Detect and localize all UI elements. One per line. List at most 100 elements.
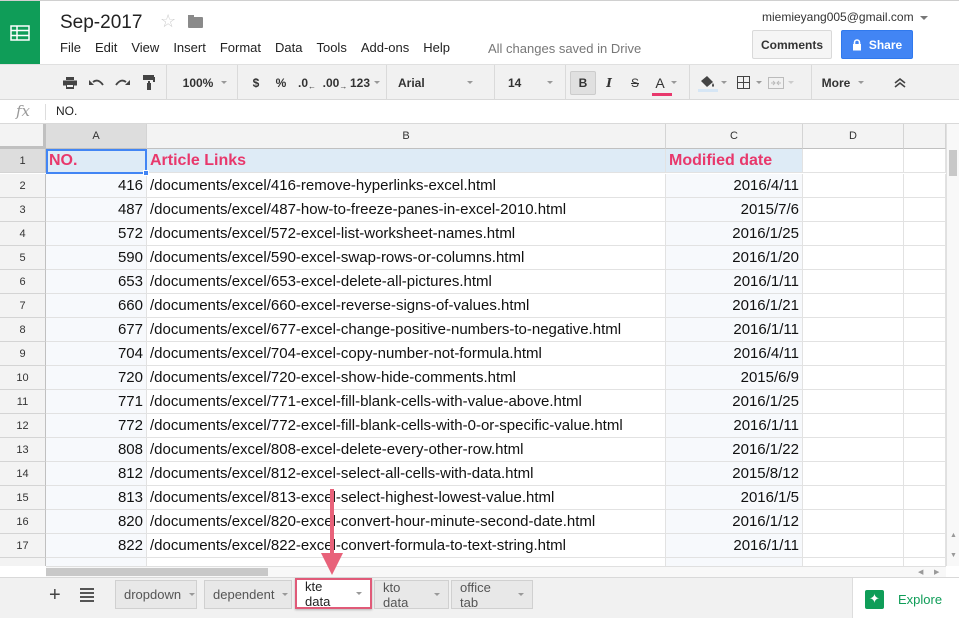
cell-b[interactable]: /documents/excel/660-excel-reverse-signs… (147, 294, 666, 318)
horizontal-scrollbar[interactable]: ◀ ▶ (46, 566, 946, 577)
cell-b[interactable]: /documents/excel/416-remove-hyperlinks-e… (147, 174, 666, 198)
cell-a[interactable]: 808 (46, 438, 147, 462)
cell-d[interactable] (803, 438, 904, 462)
row-header[interactable]: 2 (0, 174, 46, 198)
cell-d[interactable] (803, 462, 904, 486)
number-format-select[interactable]: 123 (348, 65, 382, 100)
font-family-select[interactable]: Arial (398, 65, 490, 100)
cell-b[interactable]: /documents/excel/677-excel-change-positi… (147, 318, 666, 342)
strikethrough-button[interactable]: S (626, 65, 644, 100)
cell-d[interactable] (803, 246, 904, 270)
row-header[interactable]: 1 (0, 149, 46, 173)
row-header[interactable]: 7 (0, 294, 46, 318)
menu-edit[interactable]: Edit (95, 40, 117, 55)
cell-e[interactable] (904, 558, 946, 566)
cell-b[interactable]: /documents/excel/813-excel-select-highes… (147, 486, 666, 510)
cell-a[interactable]: 660 (46, 294, 147, 318)
cell-e1[interactable] (904, 149, 946, 173)
bold-button[interactable]: B (570, 71, 596, 95)
cell-e[interactable] (904, 222, 946, 246)
cell-c[interactable]: 2016/4/11 (666, 174, 803, 198)
cell-e[interactable] (904, 246, 946, 270)
paint-format-button[interactable] (140, 65, 158, 100)
cell-a[interactable]: 704 (46, 342, 147, 366)
row-header[interactable]: 17 (0, 534, 46, 558)
cell-d[interactable] (803, 534, 904, 558)
cell-e[interactable] (904, 294, 946, 318)
cell-c[interactable]: 2016/1/21 (666, 294, 803, 318)
cell-d[interactable] (803, 510, 904, 534)
cell-e[interactable] (904, 174, 946, 198)
cell-d[interactable] (803, 198, 904, 222)
cell-d[interactable] (803, 318, 904, 342)
cell-c[interactable]: 2016/1/11 (666, 270, 803, 294)
row-header[interactable] (0, 558, 46, 566)
spreadsheet-grid[interactable]: A B C D 1 NO. Article Links Modified dat… (0, 124, 946, 566)
all-sheets-button[interactable] (80, 588, 94, 604)
cell-a[interactable]: 812 (46, 462, 147, 486)
cell-c[interactable]: 2016/1/25 (666, 390, 803, 414)
row-header[interactable]: 8 (0, 318, 46, 342)
cell-a[interactable]: 822 (46, 534, 147, 558)
share-button[interactable]: Share (841, 30, 913, 59)
zoom-select[interactable]: 100% (174, 65, 236, 100)
account-menu[interactable]: miemieyang005@gmail.com (762, 10, 928, 24)
cell-b[interactable]: /documents/excel/772-excel-fill-blank-ce… (147, 414, 666, 438)
cell-e[interactable] (904, 390, 946, 414)
cell-b[interactable]: /documents/excel/820-excel-convert-hour-… (147, 510, 666, 534)
row-header[interactable]: 9 (0, 342, 46, 366)
save-status[interactable]: All changes saved in Drive (488, 41, 641, 56)
horizontal-scroll-thumb[interactable] (46, 568, 268, 576)
menu-addons[interactable]: Add-ons (361, 40, 409, 55)
cell-b[interactable]: /documents/excel/590-excel-swap-rows-or-… (147, 246, 666, 270)
row-header[interactable]: 16 (0, 510, 46, 534)
cell-d[interactable] (803, 270, 904, 294)
cell-c[interactable]: 2016/1/20 (666, 246, 803, 270)
cell-b[interactable]: /documents/excel/720-excel-show-hide-com… (147, 366, 666, 390)
print-button[interactable] (60, 65, 80, 100)
cell-a[interactable]: 720 (46, 366, 147, 390)
cell-d[interactable] (803, 390, 904, 414)
cell-a[interactable]: 820 (46, 510, 147, 534)
cell-b[interactable] (147, 558, 666, 566)
cell-e[interactable] (904, 534, 946, 558)
star-icon[interactable]: ☆ (160, 11, 176, 32)
column-header-d[interactable]: D (803, 124, 904, 149)
scroll-up-icon[interactable]: ▲ (950, 532, 957, 539)
fill-handle[interactable] (143, 170, 149, 176)
italic-button[interactable]: I (600, 65, 618, 100)
sheet-tab-office-tab[interactable]: office tab (451, 580, 533, 610)
sheets-logo[interactable] (0, 1, 40, 64)
folder-icon[interactable] (188, 15, 203, 28)
cell-c[interactable]: 2016/4/11 (666, 342, 803, 366)
sheet-tab-dropdown[interactable]: dropdown (115, 580, 197, 609)
menu-format[interactable]: Format (220, 40, 261, 55)
cell-a[interactable]: 771 (46, 390, 147, 414)
increase-decimal-button[interactable]: .00 → (322, 65, 348, 100)
cell-e[interactable] (904, 198, 946, 222)
percent-format-button[interactable]: % (273, 65, 289, 100)
sheet-tab-kte-data[interactable]: kte data (295, 578, 372, 609)
redo-button[interactable] (112, 65, 132, 100)
cell-b[interactable]: /documents/excel/771-excel-fill-blank-ce… (147, 390, 666, 414)
cell-d[interactable] (803, 366, 904, 390)
row-header[interactable]: 14 (0, 462, 46, 486)
cell-b[interactable]: /documents/excel/704-excel-copy-number-n… (147, 342, 666, 366)
vertical-scroll-thumb[interactable] (949, 150, 957, 176)
vertical-scrollbar[interactable]: ▲ ▼ (946, 124, 959, 566)
row-header[interactable]: 15 (0, 486, 46, 510)
cell-b[interactable]: /documents/excel/653-excel-delete-all-pi… (147, 270, 666, 294)
menu-file[interactable]: File (60, 40, 81, 55)
row-header[interactable]: 3 (0, 198, 46, 222)
cell-b[interactable]: /documents/excel/487-how-to-freeze-panes… (147, 198, 666, 222)
cell-c1[interactable]: Modified date (666, 149, 803, 173)
scroll-right-icon[interactable]: ▶ (934, 568, 939, 576)
cell-c[interactable]: 2016/1/11 (666, 318, 803, 342)
cell-b[interactable]: /documents/excel/572-excel-list-workshee… (147, 222, 666, 246)
sheet-tab-kto-data[interactable]: kto data (374, 580, 449, 610)
sheet-tab-dependent[interactable]: dependent (204, 580, 292, 609)
column-header-a[interactable]: A (46, 124, 147, 149)
row-header[interactable]: 4 (0, 222, 46, 246)
cell-d[interactable] (803, 294, 904, 318)
column-header-b[interactable]: B (147, 124, 666, 149)
